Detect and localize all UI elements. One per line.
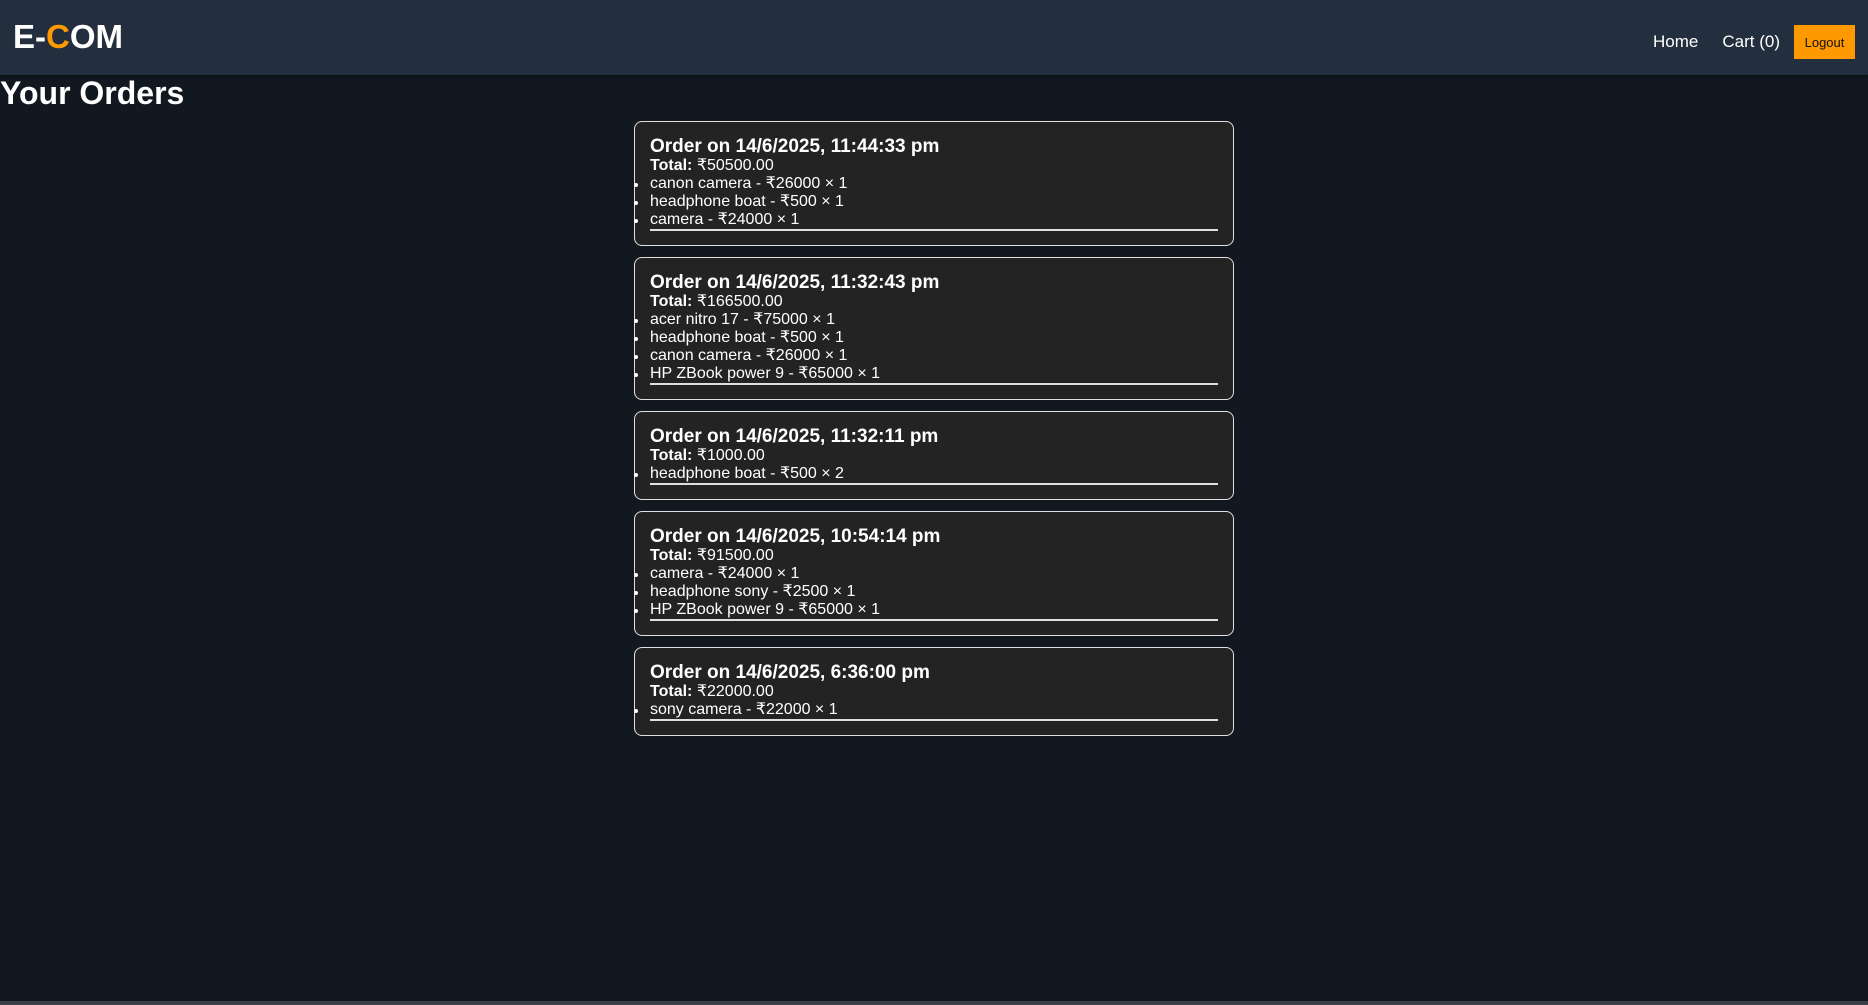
order-total-value: ₹50500.00 xyxy=(696,157,774,174)
order-total-value: ₹91500.00 xyxy=(696,547,774,564)
order-item: acer nitro 17 - ₹75000 × 1 xyxy=(634,311,1218,329)
order-total: Total: ₹22000.00 xyxy=(650,683,1218,701)
order-items-list: headphone boat - ₹500 × 2 xyxy=(634,465,1218,485)
order-items-list: canon camera - ₹26000 × 1 headphone boat … xyxy=(634,175,1218,231)
top-navbar: E-COM Home Cart (0) Logout xyxy=(0,0,1868,75)
order-total-label: Total: xyxy=(650,683,693,700)
order-item: headphone boat - ₹500 × 1 xyxy=(634,329,1218,347)
order-total-value: ₹22000.00 xyxy=(696,683,774,700)
nav-home-link[interactable]: Home xyxy=(1653,25,1698,59)
bottom-divider xyxy=(0,1001,1868,1005)
order-item: canon camera - ₹26000 × 1 xyxy=(634,347,1218,365)
order-total-value: ₹166500.00 xyxy=(696,293,783,310)
order-items-list: acer nitro 17 - ₹75000 × 1 headphone boat… xyxy=(634,311,1218,385)
order-title: Order on 14/6/2025, 11:32:11 pm xyxy=(650,426,939,447)
order-item: HP ZBook power 9 - ₹65000 × 1 xyxy=(634,365,1218,383)
page-title: Your Orders xyxy=(0,75,185,111)
order-item: canon camera - ₹26000 × 1 xyxy=(634,175,1218,193)
order-item: HP ZBook power 9 - ₹65000 × 1 xyxy=(634,601,1218,619)
order-card: Order on 14/6/2025, 10:54:14 pm Total: ₹9… xyxy=(634,511,1234,636)
order-total: Total: ₹91500.00 xyxy=(650,547,1218,565)
nav-links: Home Cart (0) Logout xyxy=(1629,25,1855,59)
order-total: Total: ₹166500.00 xyxy=(650,293,1218,311)
order-title: Order on 14/6/2025, 11:32:43 pm xyxy=(650,272,940,293)
order-total-label: Total: xyxy=(650,157,693,174)
order-total: Total: ₹1000.00 xyxy=(650,447,1218,465)
order-title: Order on 14/6/2025, 6:36:00 pm xyxy=(650,662,930,683)
order-item: sony camera - ₹22000 × 1 xyxy=(634,701,1218,719)
order-item: camera - ₹24000 × 1 xyxy=(634,211,1218,229)
order-total-label: Total: xyxy=(650,447,693,464)
site-logo[interactable]: E-COM xyxy=(13,18,123,56)
order-total: Total: ₹50500.00 xyxy=(650,157,1218,175)
logo-text-accent: C xyxy=(46,18,70,55)
order-item: headphone boat - ₹500 × 1 xyxy=(634,193,1218,211)
order-items-list: sony camera - ₹22000 × 1 xyxy=(634,701,1218,721)
logo-text-end: OM xyxy=(69,18,124,55)
order-card: Order on 14/6/2025, 11:32:43 pm Total: ₹1… xyxy=(634,257,1234,400)
order-item: camera - ₹24000 × 1 xyxy=(634,565,1218,583)
logout-button[interactable]: Logout xyxy=(1794,25,1855,59)
order-card: Order on 14/6/2025, 11:32:11 pm Total: ₹1… xyxy=(634,411,1234,500)
order-card: Order on 14/6/2025, 6:36:00 pm Total: ₹22… xyxy=(634,647,1234,736)
nav-cart-link[interactable]: Cart (0) xyxy=(1722,25,1780,59)
order-items-list: camera - ₹24000 × 1 headphone sony - ₹250… xyxy=(634,565,1218,621)
order-total-label: Total: xyxy=(650,293,693,310)
order-total-value: ₹1000.00 xyxy=(696,447,765,464)
logo-text-start: E- xyxy=(13,18,46,55)
order-total-label: Total: xyxy=(650,547,693,564)
order-card: Order on 14/6/2025, 11:44:33 pm Total: ₹5… xyxy=(634,121,1234,246)
orders-list: Order on 14/6/2025, 11:44:33 pm Total: ₹5… xyxy=(634,121,1234,747)
order-title: Order on 14/6/2025, 10:54:14 pm xyxy=(650,526,941,547)
order-item: headphone boat - ₹500 × 2 xyxy=(634,465,1218,483)
order-title: Order on 14/6/2025, 11:44:33 pm xyxy=(650,136,940,157)
order-item: headphone sony - ₹2500 × 1 xyxy=(634,583,1218,601)
